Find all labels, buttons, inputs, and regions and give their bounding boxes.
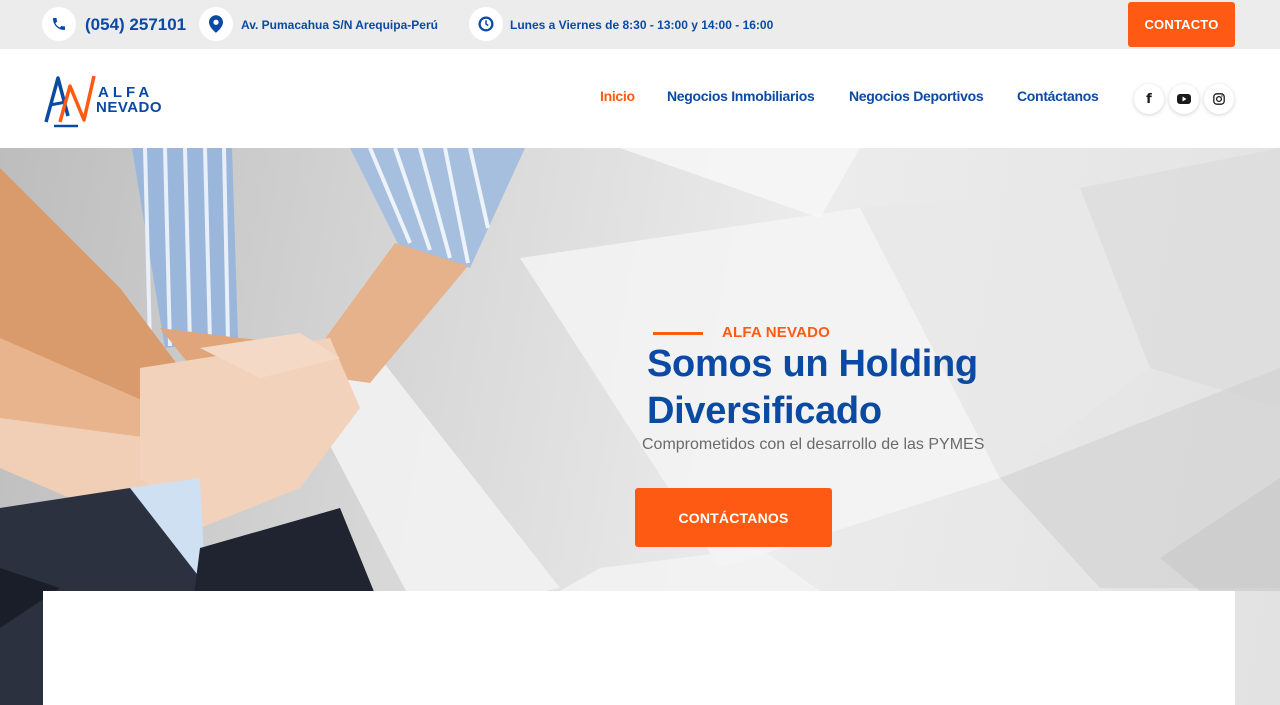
nav-item-contactanos[interactable]: Contáctanos xyxy=(1017,88,1099,104)
logo-text-bottom: NEVADO xyxy=(96,99,163,116)
nav-item-negocios-inmobiliarios[interactable]: Negocios Inmobiliarios xyxy=(667,88,815,104)
phone-icon xyxy=(42,7,76,41)
hero-subtitle: Comprometidos con el desarrollo de las P… xyxy=(642,436,985,453)
nav-item-negocios-deportivos[interactable]: Negocios Deportivos xyxy=(849,88,984,104)
phone-number[interactable]: (054) 257101 xyxy=(85,0,186,49)
clock-icon xyxy=(469,7,503,41)
hero-title-line-2: Diversificado xyxy=(647,390,882,432)
content-card xyxy=(43,591,1235,705)
hero-title-line-1: Somos un Holding xyxy=(647,343,978,385)
contact-button[interactable]: CONTACTO xyxy=(1128,2,1235,47)
hero-eyebrow: ALFA NEVADO xyxy=(722,324,831,341)
youtube-icon[interactable] xyxy=(1169,84,1199,114)
hero-contact-button[interactable]: CONTÁCTANOS xyxy=(635,488,832,547)
hero-title: Somos un Holding Diversificado xyxy=(647,341,1067,435)
facebook-icon[interactable]: f xyxy=(1134,84,1164,114)
nav-item-inicio[interactable]: Inicio xyxy=(600,88,635,104)
top-bar: (054) 257101 Av. Pumacahua S/N Arequipa-… xyxy=(0,0,1280,49)
address-text: Av. Pumacahua S/N Arequipa-Perú xyxy=(241,17,438,32)
business-hours: Lunes a Viernes de 8:30 - 13:00 y 14:00 … xyxy=(510,17,774,32)
eyebrow-divider xyxy=(653,332,703,335)
location-pin-icon xyxy=(199,7,233,41)
instagram-icon[interactable] xyxy=(1204,84,1234,114)
